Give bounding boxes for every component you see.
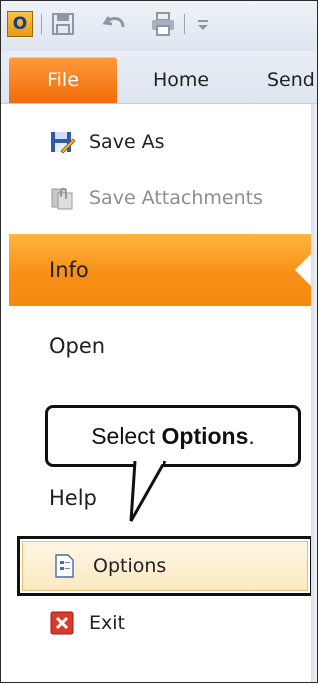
- options-button[interactable]: Options: [17, 536, 313, 596]
- backstage-pane: Save As Save Attachments Info Open Help: [9, 104, 313, 682]
- toolbar-separator: [184, 14, 185, 34]
- save-attachments-button[interactable]: Save Attachments: [9, 176, 311, 220]
- print-icon[interactable]: [149, 11, 177, 37]
- exit-label: Exit: [89, 612, 125, 634]
- instruction-callout: Select Options.: [45, 405, 301, 467]
- save-as-label: Save As: [89, 131, 165, 153]
- quick-access-toolbar: O: [1, 1, 317, 51]
- nav-info[interactable]: Info: [9, 234, 311, 306]
- tab-send[interactable]: Send: [267, 57, 315, 103]
- options-icon: [51, 553, 77, 579]
- toolbar-separator: [41, 14, 42, 34]
- tab-file[interactable]: File: [9, 57, 117, 103]
- callout-suffix: .: [248, 423, 255, 449]
- undo-icon[interactable]: [101, 11, 129, 37]
- options-highlight: Options: [22, 541, 308, 591]
- outlook-icon[interactable]: O: [7, 11, 33, 37]
- save-as-icon: [49, 129, 75, 155]
- exit-icon: [49, 610, 75, 636]
- save-icon[interactable]: [49, 11, 77, 37]
- save-attachments-label: Save Attachments: [89, 187, 263, 209]
- content-area-edge: [311, 104, 317, 682]
- save-attachments-icon: [49, 185, 75, 211]
- exit-button[interactable]: Exit: [9, 601, 311, 645]
- selection-arrow: [295, 254, 311, 286]
- outlook-window: O File Home Send Save As Save Attachment…: [0, 0, 318, 683]
- save-as-button[interactable]: Save As: [9, 120, 311, 164]
- customize-icon[interactable]: [189, 11, 208, 37]
- callout-prefix: Select: [91, 423, 162, 449]
- ribbon-tabs: File Home Send: [1, 51, 317, 104]
- nav-info-label: Info: [49, 258, 89, 282]
- options-label: Options: [93, 555, 167, 577]
- nav-help[interactable]: Help: [49, 486, 97, 510]
- tab-home[interactable]: Home: [153, 57, 209, 103]
- callout-tail: [129, 461, 167, 522]
- nav-open[interactable]: Open: [49, 334, 105, 358]
- callout-bold: Options: [161, 423, 249, 449]
